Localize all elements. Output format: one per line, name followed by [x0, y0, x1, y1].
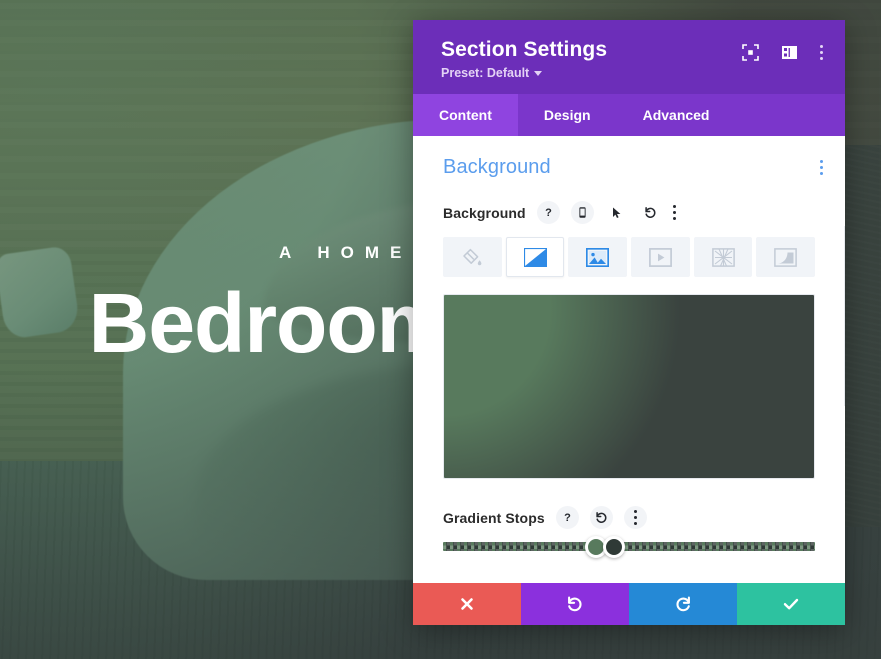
- background-type-tabs: [413, 237, 845, 277]
- modal-header-titles: Section Settings Preset: Default: [441, 38, 607, 80]
- gradient-stops-more-options-icon[interactable]: [623, 506, 647, 529]
- section-settings-modal: Section Settings Preset: Default Content…: [413, 20, 845, 625]
- background-type-image[interactable]: [568, 237, 628, 277]
- modal-header: Section Settings Preset: Default: [413, 20, 845, 94]
- fullscreen-focus-icon[interactable]: [742, 44, 759, 61]
- panel-scrollbar[interactable]: [844, 226, 845, 406]
- layout-panel-icon[interactable]: [781, 44, 798, 61]
- reset-icon[interactable]: [639, 201, 662, 224]
- background-type-video[interactable]: [631, 237, 690, 277]
- gradient-stop-handle-2[interactable]: [603, 535, 626, 558]
- gradient-stops-label: Gradient Stops: [443, 509, 545, 526]
- redo-button[interactable]: [629, 583, 737, 625]
- gradient-stops-track[interactable]: [443, 535, 815, 558]
- modal-header-actions: [742, 38, 823, 61]
- background-type-color[interactable]: [443, 237, 502, 277]
- background-type-pattern[interactable]: [693, 237, 753, 277]
- chevron-down-icon: [534, 70, 543, 76]
- modal-footer: [413, 583, 845, 625]
- preset-label: Preset: Default: [441, 66, 530, 80]
- gradient-stops-label-row: Gradient Stops ?: [413, 506, 845, 529]
- help-icon[interactable]: ?: [536, 201, 560, 224]
- hover-cursor-icon[interactable]: [605, 201, 628, 224]
- tab-design[interactable]: Design: [518, 94, 617, 136]
- modal-tabs: Content Design Advanced: [413, 94, 845, 136]
- background-field-label-row: Background ?: [413, 201, 845, 224]
- gradient-stops-help-icon[interactable]: ?: [555, 506, 579, 529]
- background-field-label: Background: [443, 204, 526, 221]
- section-title[interactable]: Background: [443, 156, 551, 179]
- tab-content[interactable]: Content: [413, 94, 518, 136]
- save-button[interactable]: [737, 583, 845, 625]
- tab-advanced[interactable]: Advanced: [617, 94, 736, 136]
- more-options-icon[interactable]: [819, 45, 823, 60]
- preset-selector[interactable]: Preset: Default: [441, 66, 607, 80]
- svg-text:?: ?: [545, 207, 552, 219]
- gradient-stops-slider: [413, 535, 845, 558]
- modal-body: Background Background ? Gradient Stops ?: [413, 136, 845, 583]
- gradient-preview[interactable]: [443, 294, 815, 479]
- background-section-header: Background: [413, 156, 845, 179]
- section-more-options-icon[interactable]: [819, 160, 823, 175]
- gradient-stops-reset-icon[interactable]: [589, 506, 613, 529]
- undo-button[interactable]: [521, 583, 629, 625]
- modal-title: Section Settings: [441, 38, 608, 61]
- background-type-mask[interactable]: [756, 237, 816, 277]
- background-type-gradient[interactable]: [505, 237, 565, 277]
- field-more-options-icon[interactable]: [672, 205, 676, 220]
- cancel-button[interactable]: [413, 583, 521, 625]
- svg-text:?: ?: [564, 512, 571, 524]
- responsive-mobile-icon[interactable]: [570, 201, 594, 224]
